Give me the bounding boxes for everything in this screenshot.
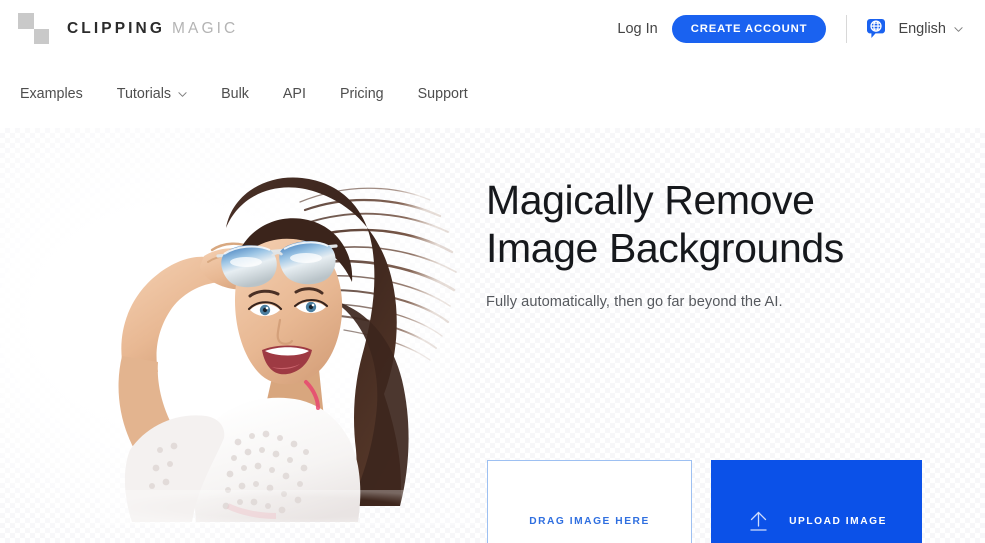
nav-label: Tutorials (116, 86, 172, 102)
drag-image-dropzone[interactable]: DRAG IMAGE HERE (487, 460, 692, 543)
hero-photo (100, 150, 475, 525)
page-root: Magically Remove Image Backgrounds Fully… (0, 0, 985, 543)
site-header: CLIPPING MAGIC Log In CREATE ACCOUNT Eng… (0, 0, 985, 128)
nav-item-support[interactable]: Support (418, 86, 468, 102)
hero-subtitle: Fully automatically, then go far beyond … (486, 294, 783, 310)
upload-row: DRAG IMAGE HERE UPLOAD IMAGE (487, 460, 922, 543)
header-actions: Log In CREATE ACCOUNT English (617, 12, 963, 46)
nav-label: Examples (20, 86, 83, 102)
upload-image-button[interactable]: UPLOAD IMAGE (711, 460, 922, 543)
login-link[interactable]: Log In (617, 21, 657, 37)
header-divider (846, 15, 848, 43)
nav-label: Bulk (221, 86, 249, 102)
language-selector[interactable]: English (864, 17, 963, 41)
brand-logo[interactable]: CLIPPING MAGIC (18, 13, 238, 44)
nav-item-examples[interactable]: Examples (20, 86, 83, 102)
brand-wordmark: CLIPPING MAGIC (67, 13, 238, 44)
language-label: English (898, 21, 946, 37)
nav-item-bulk[interactable]: Bulk (221, 86, 249, 102)
nav-item-tutorials[interactable]: Tutorials (117, 86, 187, 102)
chevron-down-icon (954, 25, 963, 34)
chevron-down-icon (178, 90, 187, 99)
checkerboard-logo-icon (18, 13, 49, 44)
nav-label: API (282, 86, 306, 102)
hero-section: Magically Remove Image Backgrounds Fully… (0, 128, 985, 543)
nav-item-pricing[interactable]: Pricing (340, 86, 384, 102)
main-navigation: Examples Tutorials Bulk API Pricing Supp… (0, 86, 502, 102)
drag-image-label: DRAG IMAGE HERE (529, 515, 650, 527)
upload-arrow-icon (746, 509, 771, 534)
upload-image-label: UPLOAD IMAGE (789, 515, 887, 527)
nav-label: Pricing (339, 86, 384, 102)
create-account-button[interactable]: CREATE ACCOUNT (671, 15, 827, 43)
brand-word-clipping: CLIPPING (67, 20, 166, 37)
nav-item-api[interactable]: API (283, 86, 306, 102)
hero-copy: Magically Remove Image Backgrounds Fully… (486, 176, 956, 310)
page-title: Magically Remove Image Backgrounds (486, 177, 844, 271)
brand-word-magic: MAGIC (172, 20, 239, 37)
nav-label: Support (417, 86, 468, 102)
globe-speech-bubble-icon (864, 17, 888, 41)
